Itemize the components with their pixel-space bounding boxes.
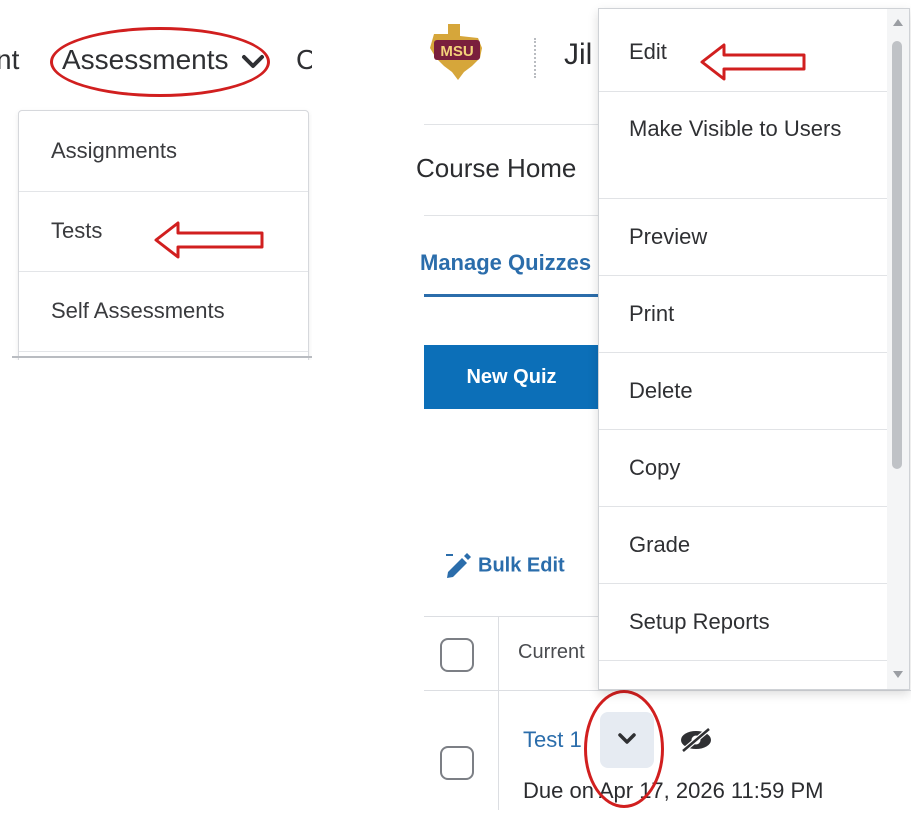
menu-item-make-visible[interactable]: Make Visible to Users xyxy=(599,92,887,199)
select-all-checkbox[interactable] xyxy=(440,638,474,672)
menu-item-label: Copy xyxy=(629,455,681,480)
dropdown-item-label: Tests xyxy=(51,218,103,243)
row-checkbox[interactable] xyxy=(440,746,474,780)
menu-item-print[interactable]: Print xyxy=(599,276,887,353)
due-date-text: Due on Apr 17, 2026 11:59 PM xyxy=(523,778,824,803)
pencil-icon xyxy=(446,553,471,578)
table-divider xyxy=(424,690,911,691)
header-divider xyxy=(534,38,536,78)
menu-item-copy[interactable]: Copy xyxy=(599,430,887,507)
logo-text: MSU xyxy=(440,43,473,60)
red-arrow-icon xyxy=(154,221,264,259)
table-divider xyxy=(498,616,499,810)
menu-item-delete[interactable]: Delete xyxy=(599,353,887,430)
tab-manage-quizzes[interactable]: Manage Quizzes xyxy=(420,250,591,276)
bulk-edit-label: Bulk Edit xyxy=(478,554,565,577)
scroll-down-icon[interactable] xyxy=(893,671,903,678)
dropdown-item-label: Assignments xyxy=(51,138,177,163)
menu-item-label: Preview xyxy=(629,224,708,249)
bulk-edit-button[interactable]: Bulk Edit xyxy=(444,552,565,580)
quiz-context-menu: Edit Make Visible to Users Preview Print… xyxy=(598,8,910,690)
divider xyxy=(12,356,312,358)
menu-item-label: Grade xyxy=(629,532,691,557)
new-quiz-button[interactable]: New Quiz xyxy=(424,345,599,409)
annotation-circle xyxy=(584,690,664,808)
dropdown-item-assignments[interactable]: Assignments xyxy=(19,111,308,192)
tab-active-indicator xyxy=(424,294,599,297)
red-arrow-icon xyxy=(700,43,806,81)
menu-item-label: Edit xyxy=(629,39,667,64)
menu-item-preview[interactable]: Preview xyxy=(599,199,887,276)
menu-scrollbar-thumb[interactable] xyxy=(892,41,902,469)
msu-logo: MSU xyxy=(430,24,482,80)
nav-item-partial-right[interactable]: C xyxy=(296,44,312,76)
dropdown-item-label: Self Assessments xyxy=(51,298,225,323)
column-header-current[interactable]: Current xyxy=(518,641,585,664)
menu-item-setup-reports[interactable]: Setup Reports xyxy=(599,584,887,661)
left-panel: nt Assessments C Assignments Tests Self … xyxy=(0,0,312,360)
nav-item-partial-left[interactable]: nt xyxy=(0,44,19,76)
hidden-eye-icon xyxy=(681,727,711,753)
menu-item-label: Make Visible to Users xyxy=(629,116,842,141)
divider xyxy=(424,124,599,125)
nav-course-home[interactable]: Course Home xyxy=(416,153,576,184)
annotation-circle xyxy=(50,27,270,97)
dropdown-item-self-assessments[interactable]: Self Assessments xyxy=(19,271,308,352)
menu-item-label: Delete xyxy=(629,378,693,403)
menu-item-label: Setup Reports xyxy=(629,609,770,634)
course-title: Jil xyxy=(564,38,593,71)
scroll-up-icon[interactable] xyxy=(893,19,903,26)
quiz-link[interactable]: Test 1 xyxy=(523,727,582,753)
divider xyxy=(424,215,599,216)
menu-item-label: Print xyxy=(629,301,675,326)
menu-item-grade[interactable]: Grade xyxy=(599,507,887,584)
